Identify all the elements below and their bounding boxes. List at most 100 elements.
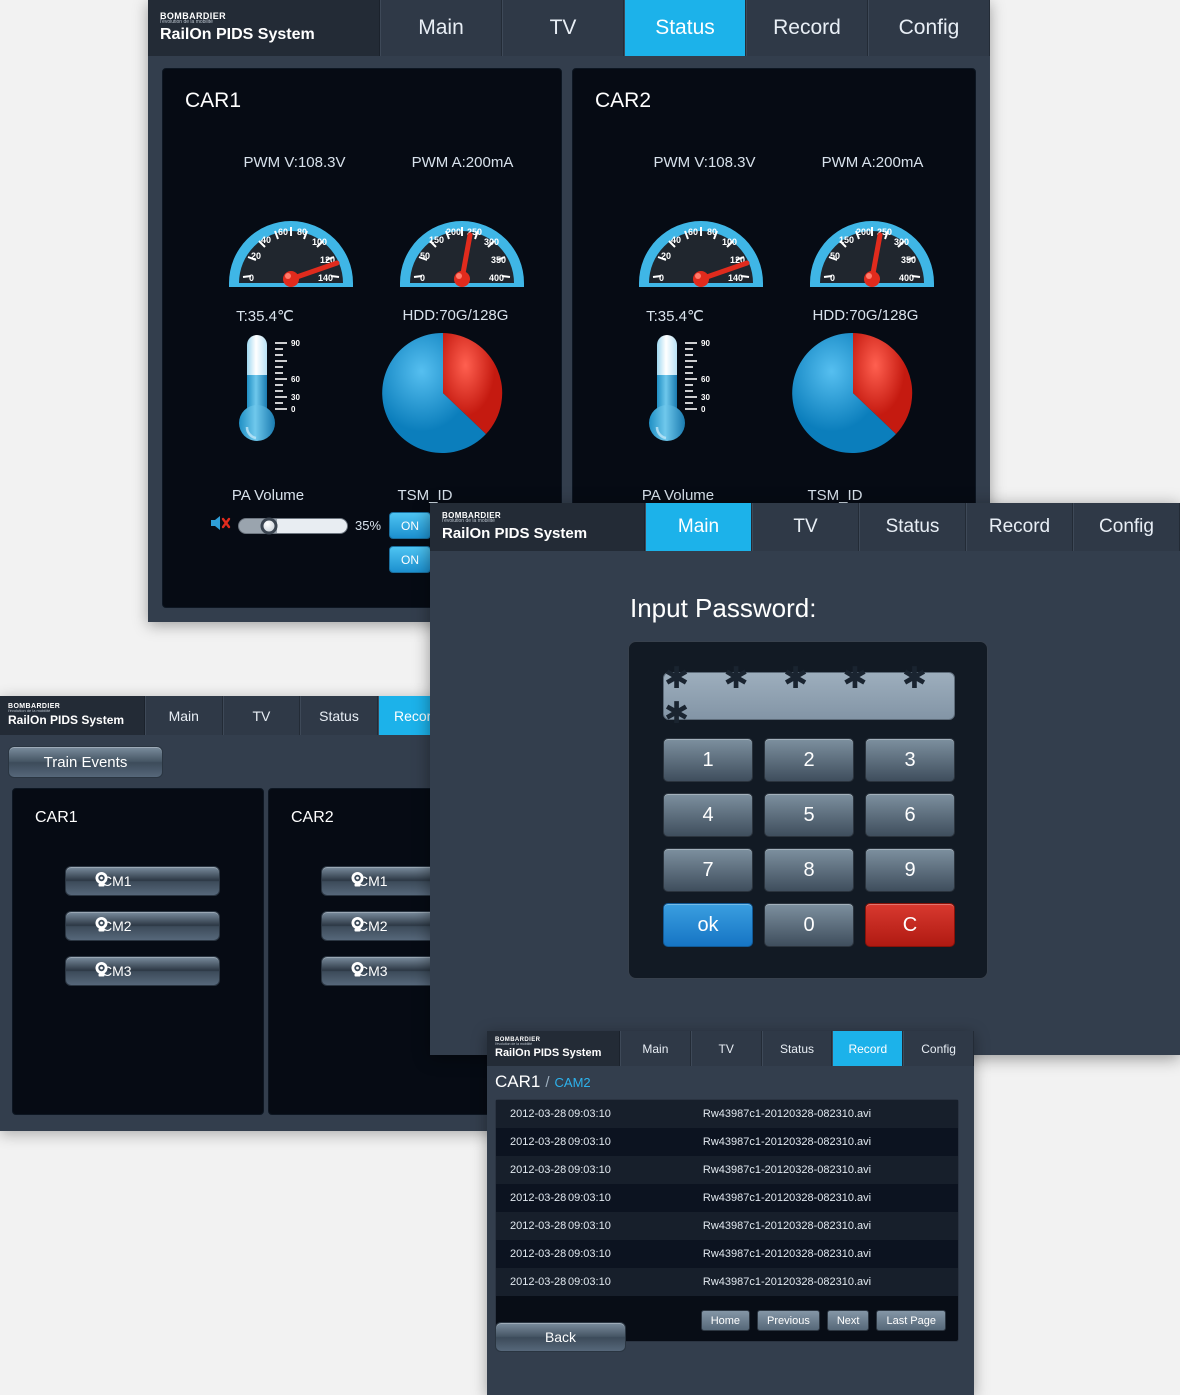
table-row[interactable]: 2012-03-28 09:03:10 Rw43987c1-20120328-0… bbox=[496, 1268, 958, 1296]
key-2[interactable]: 2 bbox=[764, 738, 854, 782]
tab-config[interactable]: Config bbox=[903, 1031, 974, 1066]
tab-main[interactable]: Main bbox=[620, 1031, 691, 1066]
file-date: 2012-03-28 bbox=[510, 1276, 567, 1288]
brand-product-name: RailOn PIDS System bbox=[8, 713, 125, 728]
car2-hdd-label: HDD:70G/128G bbox=[812, 307, 919, 324]
key-1[interactable]: 1 bbox=[663, 738, 753, 782]
camera-button-cm3[interactable]: CM3 bbox=[65, 956, 220, 986]
recording-file-list: 2012-03-28 09:03:10 Rw43987c1-20120328-0… bbox=[495, 1099, 959, 1342]
file-time: 09:03:10 bbox=[568, 1108, 611, 1120]
tab-config[interactable]: Config bbox=[1073, 503, 1180, 551]
tab-record[interactable]: Record bbox=[746, 0, 868, 56]
car2-tsm-id-label: TSM_ID bbox=[807, 487, 863, 504]
tab-status[interactable]: Status bbox=[859, 503, 966, 551]
brand-logo-password: BOMBARDIER l'évolution de la mobilité Ra… bbox=[430, 503, 645, 551]
table-row[interactable]: 2012-03-28 09:03:10 Rw43987c1-20120328-0… bbox=[496, 1100, 958, 1128]
pagination-previous-button[interactable]: Previous bbox=[757, 1310, 820, 1331]
key-3[interactable]: 3 bbox=[865, 738, 955, 782]
tab-config[interactable]: Config bbox=[868, 0, 990, 56]
svg-text:150: 150 bbox=[839, 235, 854, 245]
brand-product-name: RailOn PIDS System bbox=[442, 525, 588, 543]
tab-record[interactable]: Record bbox=[832, 1031, 904, 1066]
pa-volume-slider[interactable] bbox=[238, 517, 348, 534]
brand-tagline: l'évolution de la mobilité bbox=[160, 19, 213, 26]
key-8[interactable]: 8 bbox=[764, 848, 854, 892]
svg-text:90: 90 bbox=[701, 339, 710, 348]
tab-tv[interactable]: TV bbox=[222, 696, 301, 735]
tab-main[interactable]: Main bbox=[145, 696, 223, 735]
svg-text:100: 100 bbox=[312, 237, 327, 247]
car1-pwm-a-label: PWM A:200mA bbox=[411, 154, 514, 171]
tab-main[interactable]: Main bbox=[645, 503, 752, 551]
svg-text:400: 400 bbox=[489, 273, 504, 283]
record-car1-title: CAR1 bbox=[35, 809, 78, 826]
password-input[interactable]: ✱ ✱ ✱ ✱ ✱ ✱ bbox=[663, 662, 955, 730]
breadcrumb-cam[interactable]: CAM2 bbox=[555, 1075, 591, 1090]
tab-status[interactable]: Status bbox=[624, 0, 746, 56]
svg-text:140: 140 bbox=[318, 273, 333, 283]
pagination-home-button[interactable]: Home bbox=[700, 1310, 751, 1331]
tab-status[interactable]: Status bbox=[761, 1031, 833, 1066]
key-6[interactable]: 6 bbox=[865, 793, 955, 837]
train-events-button[interactable]: Train Events bbox=[8, 746, 163, 778]
back-button[interactable]: Back bbox=[495, 1322, 626, 1352]
filelist-window-topbar: BOMBARDIER l'évolution de la mobilité Ra… bbox=[487, 1031, 974, 1066]
tab-tv[interactable]: TV bbox=[690, 1031, 762, 1066]
key-5[interactable]: 5 bbox=[764, 793, 854, 837]
tsm-on-button-2[interactable]: ON bbox=[389, 546, 431, 573]
pagination-bar: Home Previous Next Last Page bbox=[700, 1310, 946, 1331]
file-time: 09:03:10 bbox=[568, 1192, 611, 1204]
car1-current-gauge: 0 50 150 200 250 300 350 400 bbox=[392, 179, 532, 289]
camera-icon bbox=[93, 961, 110, 981]
camera-icon bbox=[93, 916, 110, 936]
file-date: 2012-03-28 bbox=[510, 1220, 567, 1232]
car2-temp-label: T:35.4℃ bbox=[646, 308, 704, 325]
svg-text:30: 30 bbox=[701, 393, 710, 402]
table-row[interactable]: 2012-03-28 09:03:10 Rw43987c1-20120328-0… bbox=[496, 1212, 958, 1240]
password-window: BOMBARDIER l'évolution de la mobilité Ra… bbox=[430, 503, 1180, 1055]
file-name: Rw43987c1-20120328-082310.avi bbox=[702, 1248, 872, 1260]
status-window-topbar: BOMBARDIER l'évolution de la mobilité Ra… bbox=[148, 0, 990, 56]
svg-text:40: 40 bbox=[671, 235, 681, 245]
table-row[interactable]: 2012-03-28 09:03:10 Rw43987c1-20120328-0… bbox=[496, 1156, 958, 1184]
tab-status[interactable]: Status bbox=[300, 696, 378, 735]
camera-button-cm2[interactable]: CM2 bbox=[65, 911, 220, 941]
key-ok[interactable]: ok bbox=[663, 903, 753, 947]
file-time: 09:03:10 bbox=[568, 1136, 611, 1148]
key-clear[interactable]: C bbox=[865, 903, 955, 947]
key-0[interactable]: 0 bbox=[764, 903, 854, 947]
car1-title: CAR1 bbox=[185, 89, 242, 112]
breadcrumb-car[interactable]: CAR1 bbox=[495, 1072, 540, 1092]
pagination-last-page-button[interactable]: Last Page bbox=[876, 1310, 946, 1331]
tab-record[interactable]: Record bbox=[966, 503, 1073, 551]
svg-text:80: 80 bbox=[297, 227, 307, 237]
key-4[interactable]: 4 bbox=[663, 793, 753, 837]
svg-text:30: 30 bbox=[291, 393, 300, 402]
table-row[interactable]: 2012-03-28 09:03:10 Rw43987c1-20120328-0… bbox=[496, 1184, 958, 1212]
tab-tv[interactable]: TV bbox=[752, 503, 859, 551]
car2-title: CAR2 bbox=[595, 89, 652, 112]
volume-mute-icon[interactable] bbox=[209, 514, 231, 537]
tsm-on-button-1[interactable]: ON bbox=[389, 512, 431, 539]
tab-tv[interactable]: TV bbox=[502, 0, 624, 56]
svg-text:350: 350 bbox=[491, 255, 506, 265]
svg-text:0: 0 bbox=[291, 405, 296, 414]
keypad-grid: 1 2 3 4 5 6 7 8 9 ok 0 C bbox=[663, 738, 955, 947]
table-row[interactable]: 2012-03-28 09:03:10 Rw43987c1-20120328-0… bbox=[496, 1240, 958, 1268]
camera-button-cm1[interactable]: CM1 bbox=[65, 866, 220, 896]
breadcrumb: CAR1 / CAM2 bbox=[495, 1072, 591, 1092]
pagination-next-button[interactable]: Next bbox=[826, 1310, 870, 1331]
file-time: 09:03:10 bbox=[568, 1220, 611, 1232]
car2-hdd-pie bbox=[788, 331, 918, 462]
svg-text:0: 0 bbox=[701, 405, 706, 414]
tab-main[interactable]: Main bbox=[380, 0, 502, 56]
key-9[interactable]: 9 bbox=[865, 848, 955, 892]
svg-text:60: 60 bbox=[278, 227, 288, 237]
table-row[interactable]: 2012-03-28 09:03:10 Rw43987c1-20120328-0… bbox=[496, 1128, 958, 1156]
svg-text:20: 20 bbox=[251, 251, 261, 261]
car1-hdd-label: HDD:70G/128G bbox=[402, 307, 509, 324]
pa-volume-slider-knob[interactable] bbox=[260, 517, 278, 534]
key-7[interactable]: 7 bbox=[663, 848, 753, 892]
car1-hdd-pie bbox=[378, 331, 508, 462]
car1-tsm-id-label: TSM_ID bbox=[397, 487, 453, 504]
